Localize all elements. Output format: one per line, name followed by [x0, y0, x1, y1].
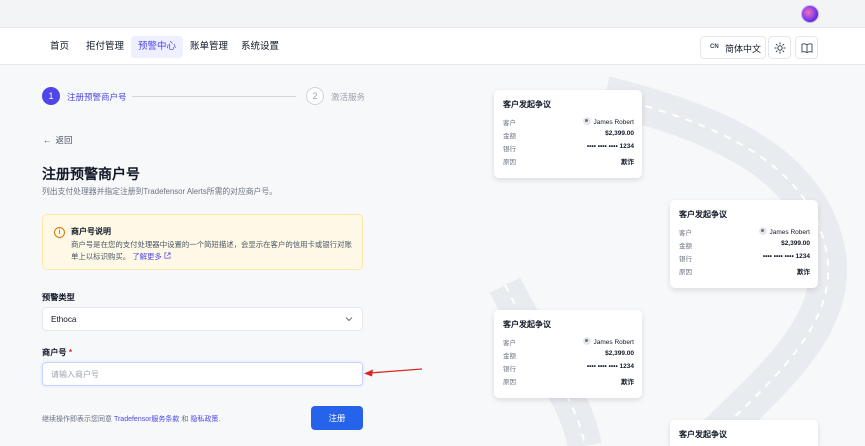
card-value: •••• •••• •••• 1234 [762, 253, 810, 260]
card-row-reason: 原因 欺诈 [503, 156, 634, 166]
card-row-bank: 银行 •••• •••• •••• 1234 [503, 363, 634, 373]
card-row-customer: 客户 James Robert [679, 227, 810, 237]
user-icon [758, 227, 767, 235]
user-icon [582, 117, 591, 125]
info-text: 商户号是在您的支付处理器中设置的一个简短描述，会显示在客户的信用卡或银行对账单上… [71, 239, 356, 263]
card-row-bank: 银行 •••• •••• •••• 1234 [503, 143, 634, 153]
card-value: $2,399.00 [605, 350, 634, 357]
privacy-policy-link[interactable]: 隐私政策 [190, 416, 218, 423]
card-key: 金额 [679, 243, 692, 250]
card-value: James Robert [758, 227, 810, 236]
page-title: 注册预警商户号 [42, 166, 140, 182]
required-mark: * [68, 348, 73, 357]
card-title: 客户发起争议 [679, 430, 727, 439]
card-key: 金额 [503, 133, 516, 140]
main-nav: 首页 拒付管理 预警中心 账单管理 系统设置 CN 简体中文 [0, 28, 865, 65]
arrow-left-icon: ← [43, 135, 52, 145]
alert-type-select[interactable]: Ethoca [42, 307, 363, 331]
info-icon: i [54, 227, 65, 238]
card-key: 客户 [679, 230, 692, 237]
terms-and: 和 [181, 416, 189, 423]
docs-button[interactable] [795, 36, 818, 59]
card-title: 客户发起争议 [503, 320, 551, 329]
card-row-reason: 原因 欺诈 [503, 376, 634, 386]
step-2-indicator: 2 [306, 87, 324, 105]
register-button[interactable]: 注册 [311, 406, 363, 430]
card-value: $2,399.00 [781, 240, 810, 247]
card-row-bank: 银行 •••• •••• •••• 1234 [679, 253, 810, 263]
dispute-card: 客户发起争议 [670, 420, 818, 446]
annotation-arrow [364, 368, 423, 377]
card-row-customer: 客户 James Robert [503, 117, 634, 127]
card-key: 原因 [503, 379, 516, 386]
alert-type-value: Ethoca [51, 315, 77, 324]
card-value: James Robert [582, 337, 634, 346]
card-key: 银行 [679, 256, 692, 263]
card-key: 客户 [503, 120, 516, 127]
theme-toggle-button[interactable] [768, 36, 791, 59]
card-title: 客户发起争议 [679, 210, 727, 219]
card-row-amount: 金额 $2,399.00 [679, 240, 810, 250]
card-value: •••• •••• •••• 1234 [586, 143, 634, 150]
card-value: James Robert [582, 117, 634, 126]
step-1-indicator: 1 [42, 87, 60, 105]
dispute-card: 客户发起争议 客户 James Robert 金额 $2,399.00 银行 ••••… [494, 90, 642, 178]
nav-item-billing[interactable]: 账单管理 [183, 36, 235, 58]
step-connector [132, 96, 296, 97]
card-value: •••• •••• •••• 1234 [586, 363, 634, 370]
merchant-number-label-text: 商户号 [42, 348, 67, 357]
chevron-down-icon [345, 317, 353, 322]
learn-more-link[interactable]: 了解更多 [132, 252, 171, 261]
terms-notice: 继续操作即表示您同意 Tradefensor服务条款 和 隐私政策. [42, 414, 220, 424]
merchant-info-callout: i 商户号说明 商户号是在您的支付处理器中设置的一个简短描述，会显示在客户的信用… [42, 214, 363, 270]
top-bar [0, 0, 865, 28]
dispute-card: 客户发起争议 客户 James Robert 金额 $2,399.00 银行 ••••… [670, 200, 818, 288]
language-selector[interactable]: CN 简体中文 [700, 36, 766, 59]
book-icon [801, 43, 813, 54]
card-row-amount: 金额 $2,399.00 [503, 130, 634, 140]
nav-item-alert-center[interactable]: 预警中心 [131, 36, 184, 58]
step-2-label: 激活服务 [331, 92, 366, 102]
card-key: 银行 [503, 146, 516, 153]
card-key: 客户 [503, 340, 516, 347]
language-code: CN [710, 44, 719, 50]
nav-item-chargeback[interactable]: 拒付管理 [79, 36, 131, 58]
card-row-customer: 客户 James Robert [503, 337, 634, 347]
card-row-reason: 原因 欺诈 [679, 266, 810, 276]
user-icon [582, 337, 591, 345]
merchant-number-label: 商户号 * [42, 346, 72, 358]
customer-name: James Robert [593, 119, 634, 126]
customer-name: James Robert [593, 339, 634, 346]
terms-suffix: . [218, 416, 221, 423]
learn-more-label: 了解更多 [132, 252, 162, 261]
card-value: 欺诈 [621, 379, 634, 386]
nav-item-home[interactable]: 首页 [43, 36, 76, 58]
step-1-label: 注册预警商户号 [67, 92, 127, 102]
card-key: 金额 [503, 353, 516, 360]
page-subtitle: 列出支付处理器并指定注册到Tradefensor Alerts所需的对应商户号。 [42, 187, 277, 196]
card-key: 原因 [503, 159, 516, 166]
card-key: 原因 [679, 269, 692, 276]
back-label: 返回 [55, 135, 73, 145]
terms-prefix: 继续操作即表示您同意 [42, 416, 112, 423]
card-key: 银行 [503, 366, 516, 373]
card-row-amount: 金额 $2,399.00 [503, 350, 634, 360]
user-avatar[interactable] [801, 5, 819, 23]
dispute-card: 客户发起争议 客户 James Robert 金额 $2,399.00 银行 ••••… [494, 310, 642, 398]
info-title: 商户号说明 [71, 227, 111, 236]
customer-name: James Robert [769, 229, 810, 236]
nav-item-settings[interactable]: 系统设置 [234, 36, 286, 58]
external-link-icon [164, 252, 171, 259]
info-description: 商户号是在您的支付处理器中设置的一个简短描述，会显示在客户的信用卡或银行对账单上… [71, 240, 352, 261]
language-label: 简体中文 [725, 44, 762, 54]
terms-of-service-link[interactable]: Tradefensor服务条款 [114, 416, 179, 423]
card-value: 欺诈 [797, 269, 810, 276]
card-title: 客户发起争议 [503, 100, 551, 109]
alert-type-label: 预警类型 [42, 293, 75, 302]
card-value: 欺诈 [621, 159, 634, 166]
sun-icon [774, 42, 786, 54]
merchant-number-input[interactable] [42, 362, 363, 386]
back-link[interactable]: ← 返回 [43, 134, 73, 146]
card-value: $2,399.00 [605, 130, 634, 137]
